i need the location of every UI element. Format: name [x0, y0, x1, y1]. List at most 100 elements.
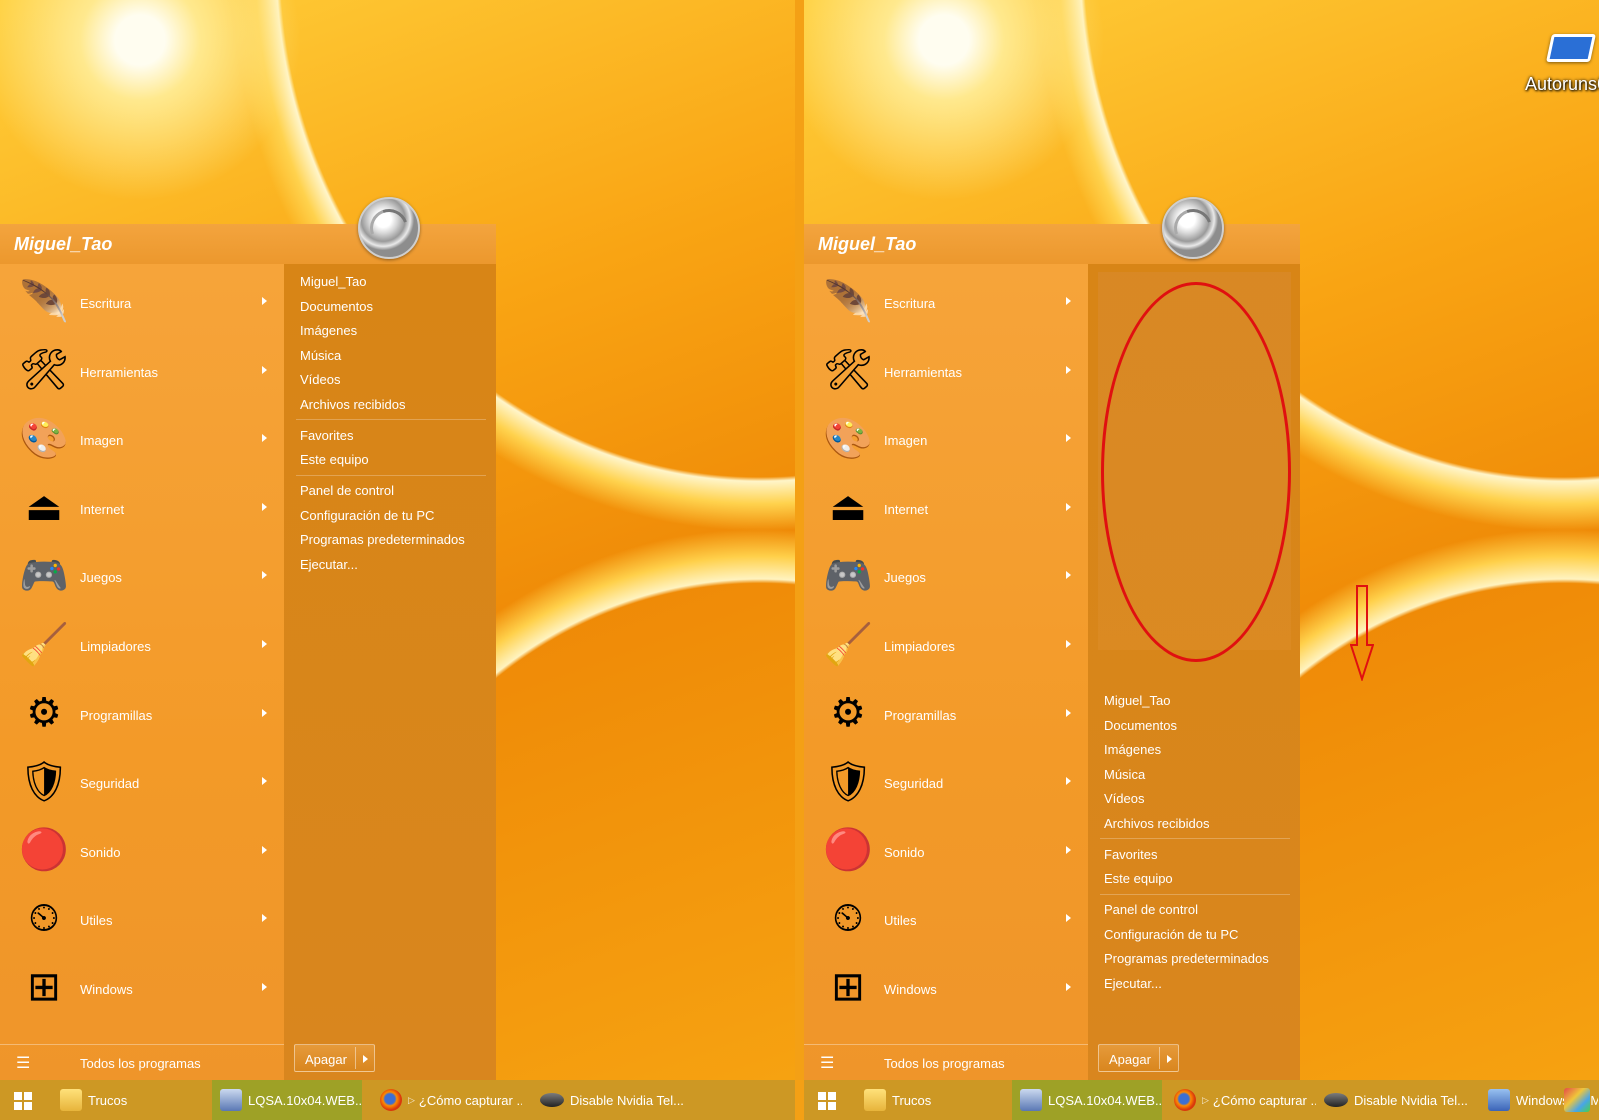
user-avatar-icon[interactable]	[358, 197, 420, 259]
program-folder-escritura[interactable]: 🪶 Escritura	[804, 266, 1088, 336]
desktop-shortcut-autoruns[interactable]: Autoruns64	[1516, 34, 1599, 95]
place-link-im-genes[interactable]: Imágenes	[300, 318, 488, 343]
taskbar-item-firefox[interactable]: ▷ ¿Cómo capturar ...	[1166, 1080, 1316, 1120]
program-folder-internet[interactable]: ⏏ Internet	[804, 472, 1088, 542]
taskbar-item-nvidia[interactable]: Disable Nvidia Tel...	[532, 1080, 692, 1120]
windows-logo-pane	[24, 1092, 32, 1100]
taskbar-item-video[interactable]: LQSA.10x04.WEB....	[212, 1080, 362, 1120]
program-folder-imagen[interactable]: 🎨 Imagen	[804, 403, 1088, 473]
shutdown-button[interactable]: Apagar	[1098, 1044, 1179, 1072]
program-folder-programillas[interactable]: ⚙ Programillas	[804, 678, 1088, 748]
taskbar-item-firefox[interactable]: ▷ ¿Cómo capturar ...	[372, 1080, 522, 1120]
programs-pane: 🪶 Escritura 🛠 Herramientas 🎨 Imagen ⏏ Internet 🎮…	[804, 264, 1088, 1080]
chevron-right-icon	[262, 365, 267, 374]
program-folder-utiles[interactable]: ⏲ Utiles	[0, 883, 284, 953]
shutdown-options-icon[interactable]	[363, 1055, 368, 1063]
chevron-right-icon	[262, 708, 267, 717]
program-folder-herramientas[interactable]: 🛠 Herramientas	[804, 335, 1088, 405]
taskbar-item-nvidia[interactable]: Disable Nvidia Tel...	[1316, 1080, 1476, 1120]
program-folder-windows[interactable]: ⊞ Windows	[0, 952, 284, 1022]
program-folder-limpiadores[interactable]: 🧹 Limpiadores	[804, 609, 1088, 679]
start-button[interactable]	[818, 1092, 836, 1110]
place-link-im-genes[interactable]: Imágenes	[1104, 737, 1292, 762]
program-folder-sonido[interactable]: 🔴 Sonido	[804, 815, 1088, 885]
all-programs-button[interactable]: ☰ Todos los programas	[0, 1044, 284, 1080]
program-folder-label: Windows	[80, 982, 133, 997]
gauges-icon: ⏲	[832, 895, 864, 940]
chevron-right-icon	[1066, 983, 1071, 991]
place-link-v-deos[interactable]: Vídeos	[300, 367, 488, 392]
taskbar-item-video[interactable]: LQSA.10x04.WEB....	[1012, 1080, 1162, 1120]
place-link-este-equipo[interactable]: Este equipo	[300, 447, 488, 472]
program-folder-seguridad[interactable]: 🛡 Seguridad	[0, 746, 284, 816]
shutdown-options-icon[interactable]	[1167, 1055, 1172, 1063]
program-folder-juegos[interactable]: 🎮 Juegos	[804, 540, 1088, 610]
place-link-documentos[interactable]: Documentos	[300, 294, 488, 319]
place-link-ejecutar-[interactable]: Ejecutar...	[1104, 971, 1292, 996]
place-link-programas-predeterminados[interactable]: Programas predeterminados	[1104, 946, 1292, 971]
palette-icon: 🎨	[823, 416, 873, 461]
place-link-miguel-tao[interactable]: Miguel_Tao	[1104, 688, 1292, 713]
chevron-right-icon	[1066, 914, 1071, 923]
shutdown-label: Apagar	[1109, 1052, 1151, 1067]
place-link-este-equipo[interactable]: Este equipo	[1104, 866, 1292, 891]
program-folder-label: Imagen	[80, 433, 124, 449]
place-link-m-sica[interactable]: Música	[1104, 762, 1292, 787]
place-link-miguel-tao[interactable]: Miguel_Tao	[300, 269, 488, 294]
place-link-favorites[interactable]: Favorites	[300, 423, 488, 448]
divider	[1159, 1047, 1160, 1069]
windows-logo-pane	[14, 1092, 22, 1100]
tools-icon: 🛠	[822, 348, 874, 393]
place-link-programas-predeterminados[interactable]: Programas predeterminados	[300, 527, 488, 552]
chevron-right-icon	[262, 777, 267, 786]
program-folder-escritura[interactable]: 🪶 Escritura	[0, 266, 284, 336]
cleaner-icon: 🧹	[19, 622, 69, 667]
shutdown-button[interactable]: Apagar	[294, 1044, 375, 1072]
chevron-right-icon	[1066, 502, 1071, 511]
place-link-configuraci-n-de-tu-pc[interactable]: Configuración de tu PC	[300, 503, 488, 528]
taskbar-item-label: ¿Cómo capturar ...	[418, 1092, 522, 1108]
program-folder-herramientas[interactable]: 🛠 Herramientas	[0, 335, 284, 405]
program-folder-imagen[interactable]: 🎨 Imagen	[0, 403, 284, 473]
taskbar-item-explorer[interactable]: Trucos	[52, 1080, 202, 1120]
place-link-configuraci-n-de-tu-pc[interactable]: Configuración de tu PC	[1104, 922, 1292, 947]
nvidia-icon	[1324, 1093, 1348, 1107]
taskbar-item-label: LQSA.10x04.WEB....	[248, 1092, 362, 1108]
program-folder-limpiadores[interactable]: 🧹 Limpiadores	[0, 609, 284, 679]
windows-icon: ⊞	[831, 965, 865, 1009]
program-folder-sonido[interactable]: 🔴 Sonido	[0, 815, 284, 885]
place-link-panel-de-control[interactable]: Panel de control	[1104, 897, 1292, 922]
cleaner-icon: 🧹	[823, 622, 873, 667]
taskbar-item-explorer[interactable]: Trucos	[856, 1080, 1006, 1120]
program-folder-windows[interactable]: ⊞ Windows	[804, 952, 1088, 1022]
taskbar-item-label: Disable Nvidia Tel...	[570, 1092, 684, 1108]
gamepad-icon: 🎮	[823, 553, 873, 598]
program-folder-seguridad[interactable]: 🛡 Seguridad	[804, 746, 1088, 816]
program-folder-label: Internet	[80, 501, 125, 517]
chevron-right-icon	[1066, 571, 1071, 580]
place-link-v-deos[interactable]: Vídeos	[1104, 786, 1292, 811]
program-folder-label: Internet	[884, 501, 929, 517]
all-programs-button[interactable]: ☰ Todos los programas	[804, 1044, 1088, 1080]
windows-logo-pane	[818, 1092, 826, 1100]
place-link-panel-de-control[interactable]: Panel de control	[300, 478, 488, 503]
place-link-m-sica[interactable]: Música	[300, 343, 488, 368]
place-link-archivos-recibidos[interactable]: Archivos recibidos	[1104, 811, 1292, 836]
program-folder-utiles[interactable]: ⏲ Utiles	[804, 883, 1088, 953]
shield-icon: 🛡	[822, 759, 874, 804]
user-avatar-icon[interactable]	[1162, 197, 1224, 259]
chevron-right-icon	[262, 502, 267, 511]
tray-app-icon[interactable]	[1564, 1088, 1590, 1112]
program-folder-internet[interactable]: ⏏ Internet	[0, 472, 284, 542]
place-link-favorites[interactable]: Favorites	[1104, 842, 1292, 867]
internet-icon: ⏏	[829, 484, 867, 529]
chevron-right-icon	[1066, 365, 1071, 374]
gear-icon: ⚙	[26, 690, 62, 735]
program-folder-programillas[interactable]: ⚙ Programillas	[0, 678, 284, 748]
program-folder-juegos[interactable]: 🎮 Juegos	[0, 540, 284, 610]
place-link-archivos-recibidos[interactable]: Archivos recibidos	[300, 392, 488, 417]
place-link-documentos[interactable]: Documentos	[1104, 713, 1292, 738]
program-folder-label: Programillas	[884, 707, 957, 723]
place-link-ejecutar-[interactable]: Ejecutar...	[300, 552, 488, 577]
start-button[interactable]	[14, 1092, 32, 1110]
